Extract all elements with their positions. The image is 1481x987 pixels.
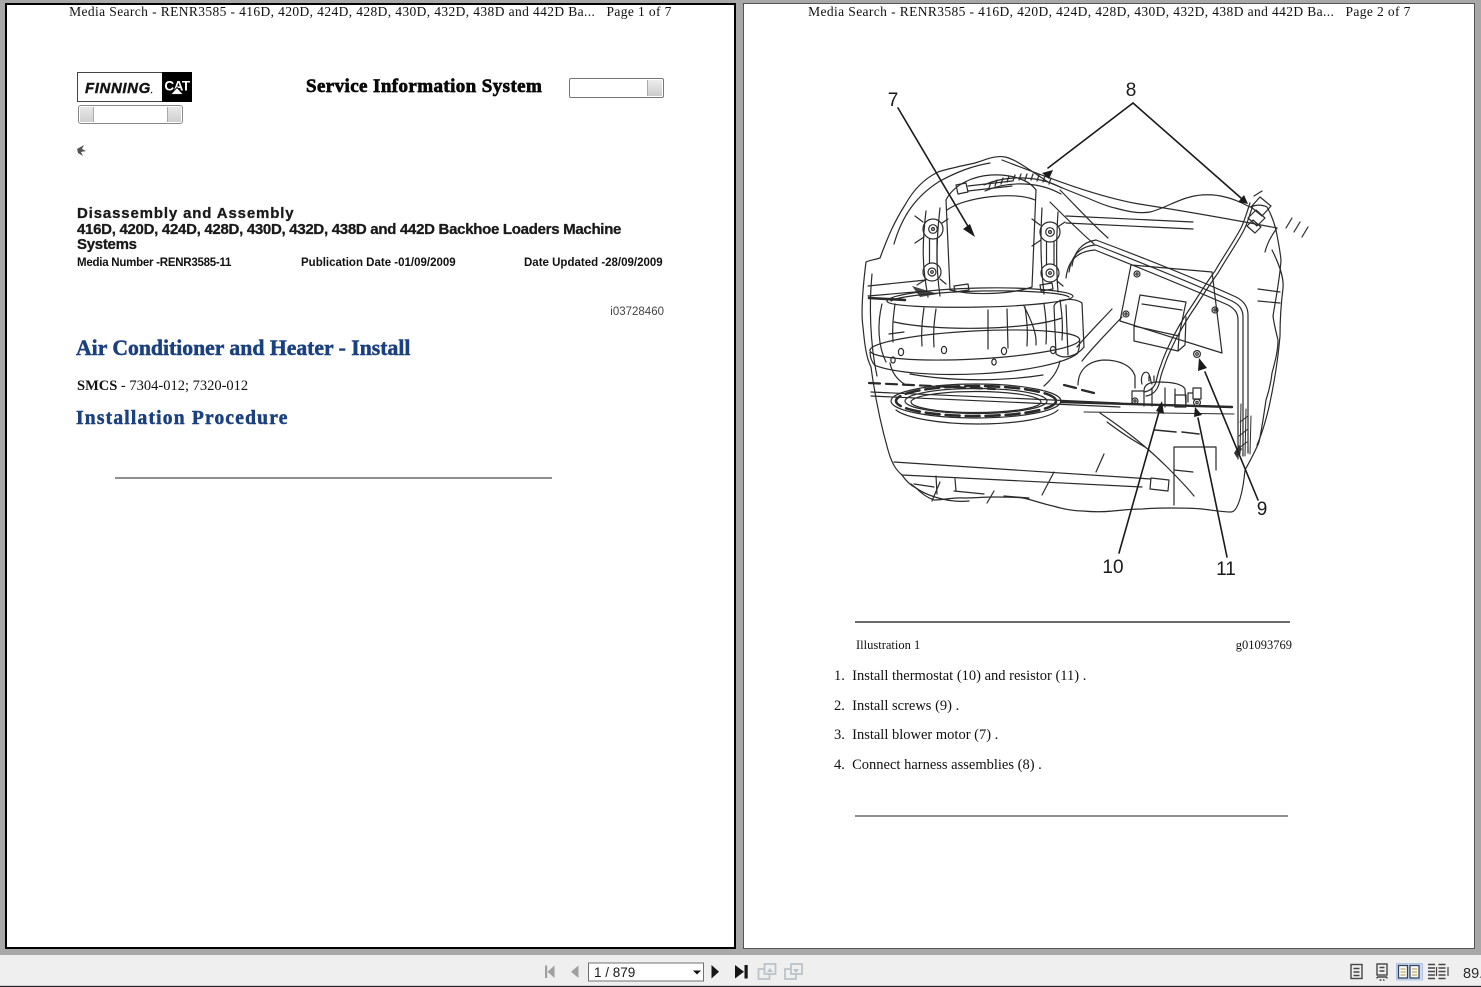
svg-text:7: 7 xyxy=(888,90,899,111)
svg-text:89.3: 89.3 xyxy=(1463,966,1481,982)
svg-text:8: 8 xyxy=(1126,80,1137,101)
svg-text:11: 11 xyxy=(1216,559,1236,580)
svg-text:1 / 879: 1 / 879 xyxy=(594,965,635,980)
svg-text:10: 10 xyxy=(1102,557,1123,578)
svg-text:9: 9 xyxy=(1257,499,1268,520)
